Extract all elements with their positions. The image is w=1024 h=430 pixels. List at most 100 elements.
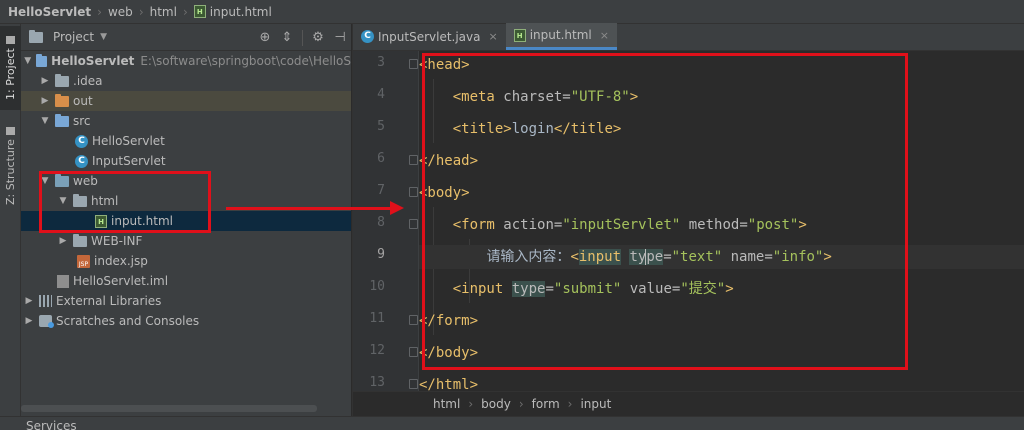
- code-token: </html>: [419, 377, 479, 391]
- tree-label: HelloServlet: [92, 134, 165, 148]
- editor-crumb-body[interactable]: body: [481, 397, 511, 411]
- expanded-arrow-icon[interactable]: ▼: [39, 116, 51, 126]
- tab-input-html[interactable]: H input.html ×: [505, 23, 617, 50]
- collapsed-arrow-icon[interactable]: ▶: [57, 236, 69, 246]
- tree-row-class[interactable]: C InputServlet: [21, 151, 351, 171]
- fold-marker-icon[interactable]: [409, 379, 418, 389]
- fold-marker-icon[interactable]: [409, 187, 418, 197]
- line-number: 4: [377, 87, 385, 102]
- jsp-file-icon: JSP: [77, 254, 90, 268]
- tab-inputservlet-java[interactable]: C InputServlet.java ×: [353, 23, 506, 50]
- tree-label: index.jsp: [94, 254, 148, 268]
- tree-row-iml[interactable]: HelloServlet.iml: [21, 271, 351, 291]
- tree-label: InputServlet: [92, 154, 166, 168]
- scratches-icon: [39, 315, 54, 328]
- tree-row-index-jsp[interactable]: JSP index.jsp: [21, 251, 351, 271]
- project-view-icon: [29, 29, 43, 43]
- excluded-folder-icon: [55, 93, 69, 107]
- tree-row-webinf[interactable]: ▶ WEB-INF: [21, 231, 351, 251]
- nav-file[interactable]: H input.html: [193, 5, 272, 19]
- editor-tabs: C InputServlet.java × H input.html ×: [353, 23, 1024, 51]
- structure-tool-tab[interactable]: Z: Structure: [0, 120, 21, 212]
- annotation-arrow-head-icon: [390, 201, 404, 215]
- tab-label: InputServlet.java: [378, 29, 481, 44]
- chevron-right-icon: ›: [518, 397, 524, 411]
- project-panel-header: Project ▼ ⊕ ⇕ ⚙ ⊣: [21, 24, 351, 51]
- navigation-bar: HelloServlet › web › html › H input.html: [0, 0, 1024, 24]
- tree-row-class[interactable]: C HelloServlet: [21, 131, 351, 151]
- toolbar-divider: [302, 29, 303, 46]
- line-number: 6: [377, 151, 385, 166]
- project-view-title[interactable]: Project: [53, 30, 94, 44]
- line-number: 12: [369, 343, 385, 358]
- expanded-arrow-icon[interactable]: ▼: [23, 56, 32, 66]
- line-number: 9: [377, 247, 385, 262]
- tree-row-root[interactable]: ▼ HelloServlet E:\software\springboot\co…: [21, 51, 351, 71]
- close-icon[interactable]: ×: [600, 29, 609, 42]
- editor-breadcrumb: html › body › form › input: [353, 391, 1024, 416]
- fold-marker-icon[interactable]: [409, 347, 418, 357]
- fold-marker-icon[interactable]: [409, 59, 418, 69]
- tree-row-src[interactable]: ▼ src: [21, 111, 351, 131]
- collapsed-arrow-icon[interactable]: ▶: [39, 96, 51, 106]
- tree-label: .idea: [73, 74, 103, 88]
- collapsed-arrow-icon[interactable]: ▶: [23, 316, 35, 326]
- project-panel-tools: ⊕ ⇕ ⚙ ⊣: [254, 24, 351, 51]
- structure-tool-tab-label: Z: Structure: [4, 139, 17, 205]
- folder-icon: [6, 36, 15, 45]
- nav-project[interactable]: HelloServlet: [8, 5, 91, 19]
- libraries-icon: [39, 295, 52, 307]
- nav-folder-web[interactable]: web: [108, 5, 133, 19]
- tree-row-external-libraries[interactable]: ▶ External Libraries: [21, 291, 351, 311]
- chevron-down-icon[interactable]: ▼: [100, 32, 107, 42]
- collapsed-arrow-icon[interactable]: ▶: [23, 296, 35, 306]
- line-number: 13: [369, 375, 385, 390]
- tree-label: Scratches and Consoles: [56, 314, 200, 328]
- editor-crumb-input[interactable]: input: [580, 397, 611, 411]
- tree-label: out: [73, 94, 93, 108]
- hide-icon[interactable]: ⊣: [329, 30, 351, 45]
- tab-label: input.html: [529, 28, 592, 42]
- folder-icon: [55, 73, 69, 87]
- iml-file-icon: [57, 274, 69, 288]
- annotation-box-tree: [39, 171, 211, 233]
- tree-row-out[interactable]: ▶ out: [21, 91, 351, 111]
- structure-icon: [6, 127, 15, 136]
- fold-marker-icon[interactable]: [409, 155, 418, 165]
- horizontal-scrollbar[interactable]: [21, 405, 317, 412]
- editor-crumb-form[interactable]: form: [532, 397, 560, 411]
- nav-folder-html[interactable]: html: [150, 5, 177, 19]
- annotation-box-code: [422, 53, 908, 370]
- tree-label: src: [73, 114, 91, 128]
- module-folder-icon: [36, 53, 48, 67]
- line-number: 3: [377, 55, 385, 70]
- locate-icon[interactable]: ⊕: [254, 30, 276, 45]
- tree-label: External Libraries: [56, 294, 162, 308]
- class-icon: C: [75, 154, 88, 168]
- tree-path: E:\software\springboot\code\HelloS: [140, 54, 351, 68]
- close-icon[interactable]: ×: [489, 30, 498, 43]
- tree-label: HelloServlet.iml: [73, 274, 169, 288]
- chevron-right-icon: ›: [567, 397, 573, 411]
- line-number-gutter: 3 4 5 6 7 8 9 10 11 12 13: [353, 51, 419, 391]
- line-number: 10: [369, 279, 385, 294]
- tree-label: HelloServlet: [51, 54, 135, 68]
- folder-icon: [73, 233, 87, 247]
- fold-marker-icon[interactable]: [409, 315, 418, 325]
- html-file-icon: H: [193, 5, 206, 18]
- chevron-right-icon: ›: [182, 4, 188, 19]
- project-tool-tab[interactable]: 1: Project: [0, 26, 21, 110]
- collapse-all-icon[interactable]: ⇕: [276, 30, 298, 45]
- collapsed-arrow-icon[interactable]: ▶: [39, 76, 51, 86]
- tree-row-idea[interactable]: ▶ .idea: [21, 71, 351, 91]
- tree-label: WEB-INF: [91, 234, 143, 248]
- editor-crumb-html[interactable]: html: [433, 397, 460, 411]
- line-number: 8: [377, 215, 385, 230]
- code-line: </html>: [419, 373, 1024, 391]
- fold-marker-icon[interactable]: [409, 219, 418, 229]
- line-number: 5: [377, 119, 385, 134]
- tree-row-scratches[interactable]: ▶ Scratches and Consoles: [21, 311, 351, 331]
- gear-icon[interactable]: ⚙: [307, 30, 329, 45]
- annotation-arrow-line: [226, 207, 392, 210]
- services-tool-tab[interactable]: Services: [26, 419, 77, 430]
